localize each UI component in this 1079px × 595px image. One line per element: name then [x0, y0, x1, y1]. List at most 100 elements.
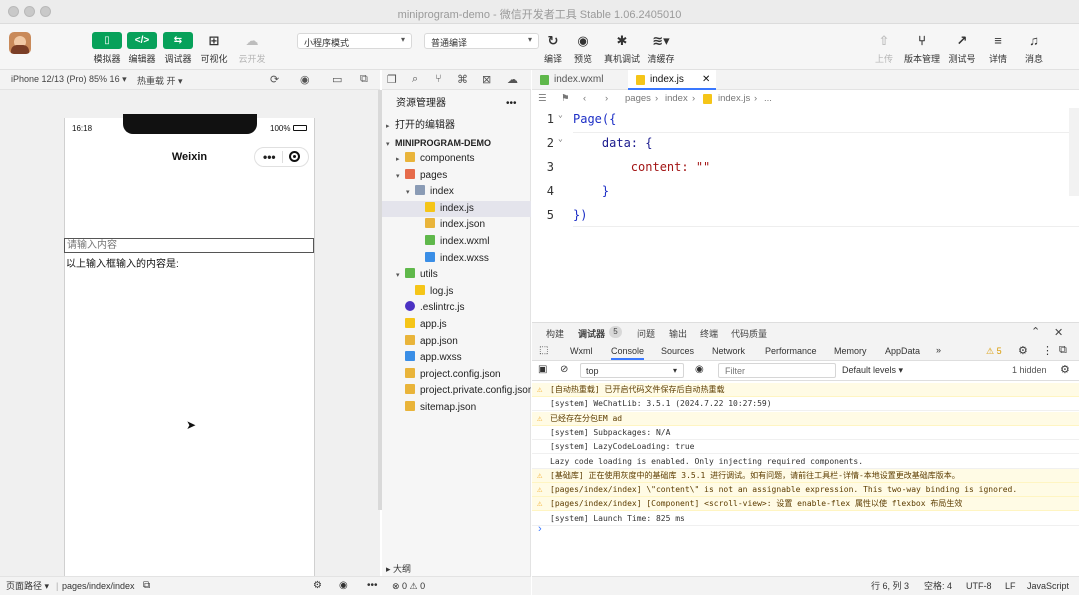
scene-icon[interactable]: ⚙	[313, 577, 322, 595]
compile-select[interactable]: 普通编译 ▾	[424, 33, 539, 49]
tab-problems[interactable]: 问题	[637, 327, 655, 340]
messages-button[interactable]: ♫ 消息	[1016, 32, 1052, 65]
back-icon[interactable]: ‹	[583, 90, 586, 108]
content-input[interactable]	[64, 238, 314, 253]
tab-index-wxml[interactable]: index.wxml	[532, 70, 625, 90]
tab-terminal[interactable]: 终端	[700, 327, 718, 340]
warning-count[interactable]: ⚠ 5	[986, 346, 1002, 357]
file-tree-item[interactable]: project.config.json	[382, 367, 531, 383]
breadcrumb-more[interactable]: ...	[764, 90, 772, 108]
language-mode[interactable]: JavaScript	[1027, 577, 1069, 595]
close-panel-icon[interactable]: ✕	[1054, 326, 1063, 339]
eye-icon[interactable]: ◉	[695, 364, 704, 375]
file-tree-item[interactable]: log.js	[382, 284, 531, 300]
extensions-icon[interactable]: ⊠	[482, 73, 491, 86]
problem-counts[interactable]: ⊗ 0 ⚠ 0	[392, 577, 425, 595]
collapse-panel-icon[interactable]: ⌃	[1031, 325, 1040, 338]
file-tree-item[interactable]: project.private.config.json	[382, 383, 531, 399]
more-icon[interactable]: •••	[263, 150, 276, 164]
tab-sources[interactable]: Sources	[661, 346, 694, 356]
file-tree-item[interactable]: ▾ pages	[382, 168, 531, 184]
breadcrumb-index[interactable]: index	[665, 90, 688, 108]
cloud-sync-icon[interactable]: ☁	[507, 73, 518, 86]
more-icon[interactable]: •••	[367, 577, 378, 595]
file-tree-item[interactable]: ▾ utils	[382, 267, 531, 283]
tab-wxml[interactable]: Wxml	[570, 346, 593, 356]
tab-appdata[interactable]: AppData	[885, 346, 920, 356]
forward-icon[interactable]: ›	[605, 90, 608, 108]
tab-debugger[interactable]: 调试器	[578, 327, 605, 340]
file-tree-item[interactable]: index.wxml	[382, 234, 531, 250]
log-levels-select[interactable]: Default levels ▾	[842, 365, 903, 376]
file-tree-item[interactable]: index.json	[382, 217, 531, 233]
console-filter-input[interactable]	[718, 363, 836, 378]
details-button[interactable]: ≡ 详情	[980, 32, 1016, 65]
tab-performance[interactable]: Performance	[765, 346, 817, 356]
breadcrumb-pages[interactable]: pages	[625, 90, 651, 108]
sidebar-toggle-icon[interactable]: ▣	[538, 364, 547, 375]
more-tabs-button[interactable]: »	[936, 345, 941, 355]
clear-console-icon[interactable]: ⊘	[560, 364, 568, 375]
console-output[interactable]: ⚠ [自动热重载] 已开启代码文件保存后自动热重载 [system] WeChatL…	[532, 381, 1079, 576]
tab-index-js[interactable]: index.js ✕	[628, 70, 716, 90]
window-icon[interactable]: ▭	[332, 73, 342, 86]
mode-select[interactable]: 小程序模式 ▾	[297, 33, 412, 49]
console-prompt[interactable]: ›	[538, 523, 542, 535]
split-editor-icon[interactable]: ☰	[538, 90, 547, 108]
file-tree-item[interactable]: app.js	[382, 317, 531, 333]
dock-icon[interactable]: ⧉	[1059, 344, 1067, 357]
debug-run-icon[interactable]: ⌘	[457, 73, 468, 86]
console-settings-icon[interactable]: ⚙	[1060, 363, 1070, 376]
search-icon[interactable]: ⌕	[412, 73, 418, 86]
visualize-button[interactable]: ⊞ 可视化	[196, 32, 232, 65]
close-miniprogram-icon[interactable]	[289, 151, 300, 162]
scrollbar[interactable]	[1069, 108, 1079, 196]
file-tree-item[interactable]: ▸ components	[382, 151, 531, 167]
file-tree-item[interactable]: index.wxss	[382, 251, 531, 267]
popout-icon[interactable]: ⧉	[360, 73, 368, 86]
capsule-menu[interactable]: •••	[254, 147, 309, 167]
tab-console[interactable]: Console	[611, 346, 645, 360]
line-ending[interactable]: LF	[1005, 577, 1016, 595]
record-icon[interactable]: ◉	[300, 73, 310, 86]
file-tree-item[interactable]: .eslintrc.js	[382, 300, 531, 316]
remote-debug-button[interactable]: ✱ 真机调试	[604, 32, 640, 65]
tab-output[interactable]: 输出	[669, 327, 687, 340]
rotate-icon[interactable]: ⟳	[270, 73, 279, 86]
tab-memory[interactable]: Memory	[834, 346, 867, 356]
page-path-label[interactable]: 页面路径 ▾	[6, 577, 49, 595]
inspect-icon[interactable]: ⬚	[539, 345, 548, 356]
git-icon[interactable]: ⑂	[435, 73, 442, 85]
file-tree-item[interactable]: index.js	[382, 200, 531, 217]
tab-code-quality[interactable]: 代码质量	[731, 327, 767, 340]
avatar[interactable]	[9, 32, 31, 54]
upload-button[interactable]: ⇧ 上传	[866, 32, 902, 65]
file-tree-item[interactable]: ▾ index	[382, 184, 531, 200]
fold-icon[interactable]: ⌄	[558, 110, 563, 119]
preview-eye-icon[interactable]: ◉	[339, 577, 348, 595]
more-options-icon[interactable]: •••	[506, 96, 517, 112]
outline-section[interactable]: ▸ 大纲	[382, 562, 531, 576]
indentation[interactable]: 空格: 4	[924, 577, 952, 595]
device-select[interactable]: iPhone 12/13 (Pro) 85% 16 ▾	[11, 74, 127, 85]
debugger-button[interactable]: ⇆ 调试器	[160, 32, 196, 65]
breadcrumb-file[interactable]: index.js	[718, 90, 750, 108]
cursor-position[interactable]: 行 6, 列 3	[871, 577, 909, 595]
fold-icon[interactable]: ⌄	[558, 134, 563, 143]
test-account-button[interactable]: ↗ 测试号	[944, 32, 980, 65]
close-tab-icon[interactable]: ✕	[702, 70, 710, 90]
bookmark-icon[interactable]: ⚑	[561, 90, 570, 108]
cloud-dev-button[interactable]: ☁ 云开发	[234, 32, 270, 65]
kebab-menu-icon[interactable]: ⋮	[1042, 344, 1053, 357]
file-tree-item[interactable]: app.json	[382, 334, 531, 350]
tab-build[interactable]: 构建	[546, 327, 564, 340]
copy-icon[interactable]: ⧉	[143, 577, 150, 595]
encoding[interactable]: UTF-8	[966, 577, 992, 595]
files-icon[interactable]: ❐	[387, 73, 397, 86]
file-tree-item[interactable]: sitemap.json	[382, 400, 531, 416]
file-tree-item[interactable]: app.wxss	[382, 350, 531, 366]
simulator-button[interactable]: ▯ 模拟器	[89, 32, 125, 65]
hot-reload-toggle[interactable]: 热重载 开 ▾	[137, 74, 183, 87]
settings-icon[interactable]: ⚙	[1018, 344, 1028, 357]
preview-button[interactable]: ◉ 预览	[565, 32, 601, 65]
